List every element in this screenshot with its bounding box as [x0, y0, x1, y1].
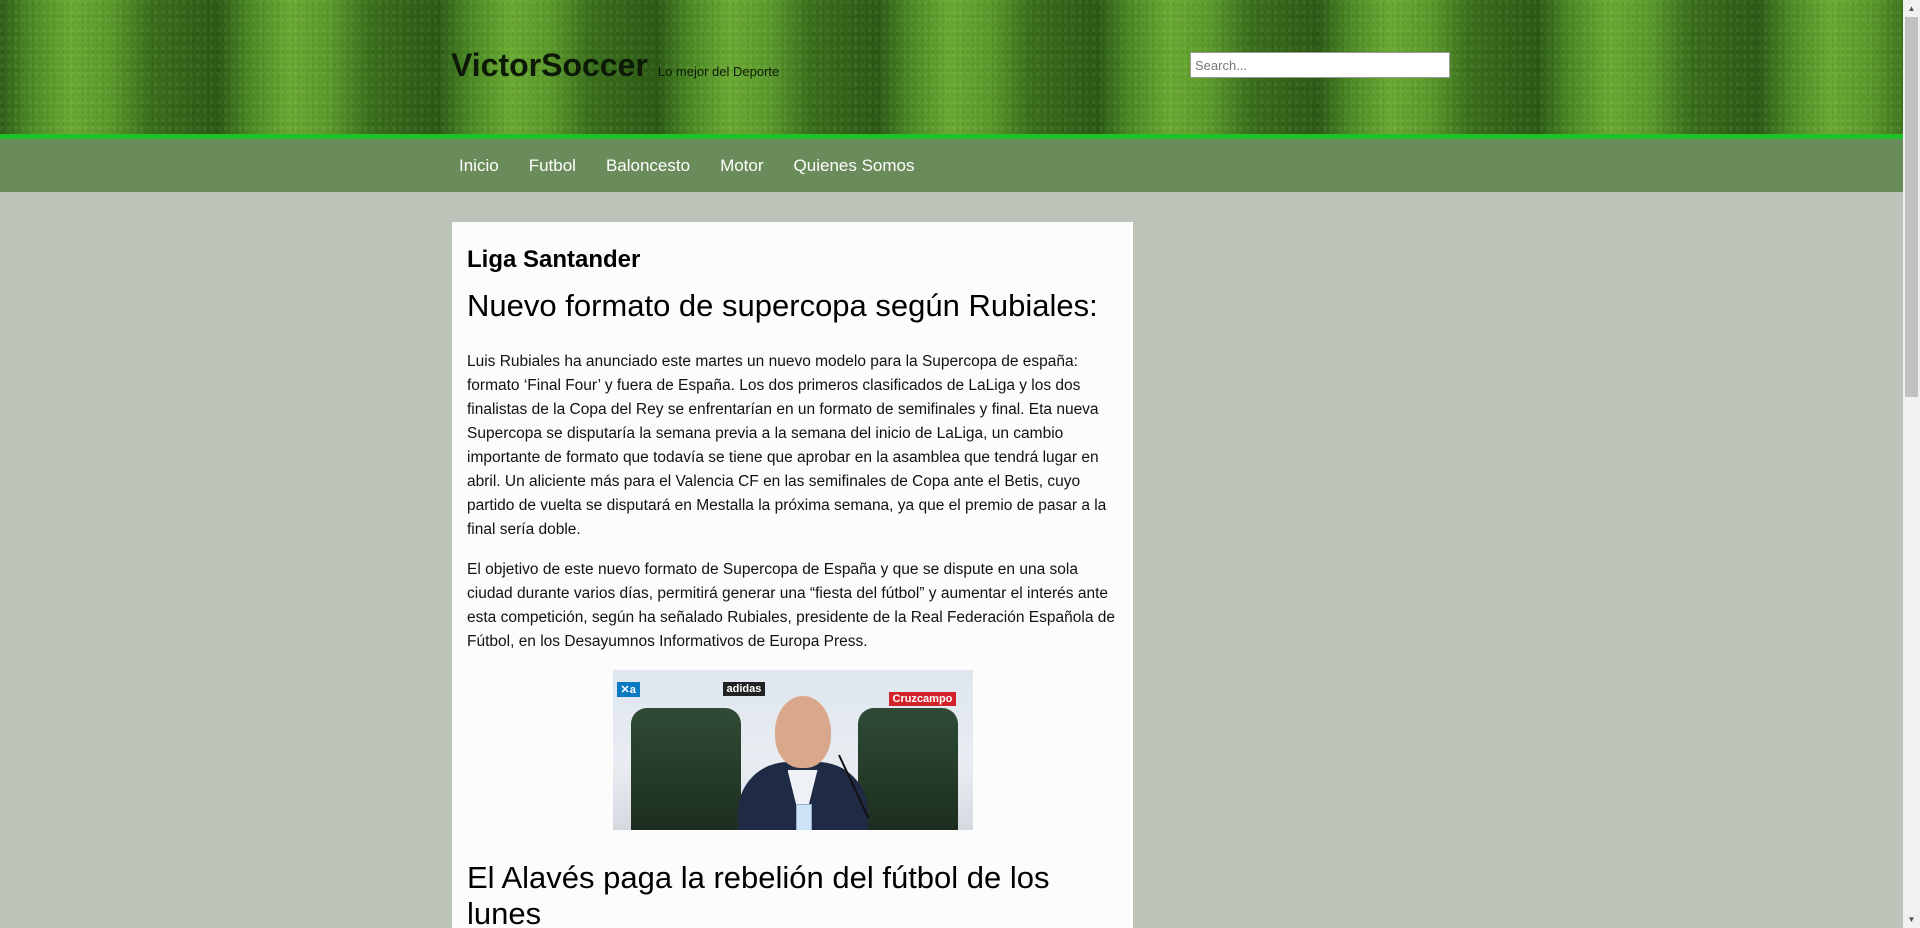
- nav-item-quienes-somos[interactable]: Quienes Somos: [786, 156, 923, 176]
- nav-item-futbol[interactable]: Futbol: [521, 156, 584, 176]
- site-header: VictorSoccer Lo mejor del Deporte: [0, 0, 1903, 134]
- brand: VictorSoccer Lo mejor del Deporte: [451, 47, 779, 84]
- vertical-scrollbar[interactable]: ▲ ▼: [1903, 0, 1920, 928]
- sponsor-logo: Cruzcampo: [888, 692, 957, 706]
- article-title: Nuevo formato de supercopa según Rubiale…: [467, 288, 1098, 323]
- article-title: El Alavés paga la rebelión del fútbol de…: [467, 860, 1050, 928]
- site-tagline: Lo mejor del Deporte: [657, 64, 780, 79]
- person-head: [774, 696, 831, 768]
- water-bottle: [795, 804, 812, 830]
- article-paragraph: El objetivo de este nuevo formato de Sup…: [467, 561, 1115, 650]
- page: VictorSoccer Lo mejor del Deporte Inicio…: [0, 0, 1903, 928]
- nav-item-inicio[interactable]: Inicio: [451, 156, 507, 176]
- sponsor-logo: adidas: [722, 682, 766, 696]
- site-title[interactable]: VictorSoccer: [451, 47, 648, 84]
- article-photo: ✕a adidas Cruzcampo pelayo: [612, 670, 973, 830]
- chair-right: [857, 708, 958, 830]
- article-paragraph: Luis Rubiales ha anunciado este martes u…: [467, 353, 1107, 538]
- scroll-up-icon[interactable]: ▲: [1903, 0, 1920, 17]
- scroll-thumb[interactable]: [1905, 17, 1918, 397]
- section-title: Liga Santander: [467, 246, 641, 273]
- nav-item-motor[interactable]: Motor: [712, 156, 771, 176]
- nav-item-baloncesto[interactable]: Baloncesto: [598, 156, 698, 176]
- main-content: Liga Santander Nuevo formato de supercop…: [452, 222, 1133, 928]
- scroll-down-icon[interactable]: ▼: [1903, 911, 1920, 928]
- main-nav: Inicio Futbol Baloncesto Motor Quienes S…: [0, 139, 1903, 192]
- chair-left: [630, 708, 741, 830]
- sponsor-logo: ✕a: [616, 682, 640, 697]
- search-input[interactable]: [1190, 52, 1450, 78]
